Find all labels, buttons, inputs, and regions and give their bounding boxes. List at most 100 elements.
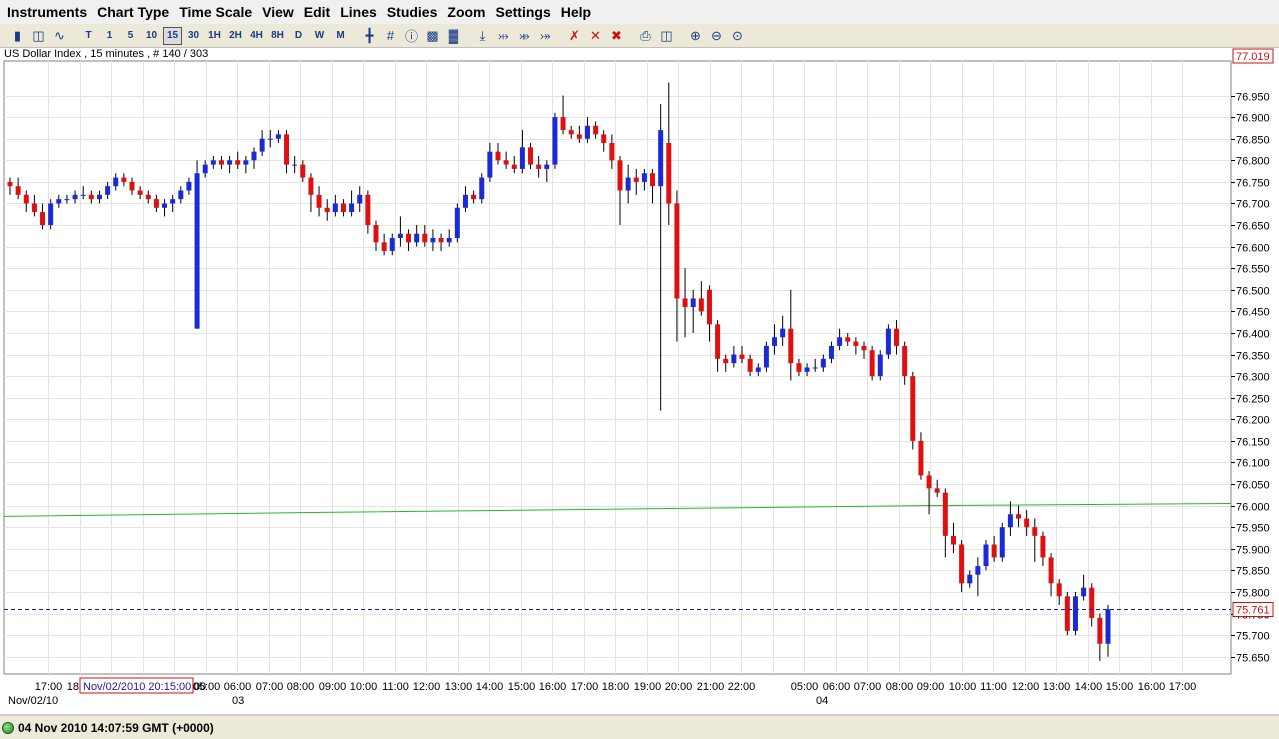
bars-icon[interactable]: ▩ [423,27,442,45]
menu-edit[interactable]: Edit [299,0,335,24]
line-chart-icon[interactable]: ∿ [50,27,69,45]
timescale-8h-button[interactable]: 8H [268,27,287,45]
candle-body [178,190,184,200]
y-tick-label: 76.100 [1236,458,1270,470]
candle-body [275,134,281,139]
candle-body [544,164,550,169]
menu-settings[interactable]: Settings [491,0,556,24]
candle-body [487,151,493,178]
candle-body [105,186,111,195]
timescale-4h-button[interactable]: 4H [247,27,266,45]
grid-icon[interactable]: # [381,27,400,45]
timescale-1-button[interactable]: 1 [100,27,119,45]
candle-body [186,181,192,191]
menu-view[interactable]: View [257,0,299,24]
candle-body [861,345,867,351]
candle-body [1072,596,1078,631]
x-tick-label: 06:00 [823,681,851,693]
candle-body [902,345,908,377]
candle-body [194,173,200,329]
x-tick-label: 09:00 [917,681,945,693]
candle-body [471,194,477,200]
candle-body [153,199,159,208]
candle-body [698,298,704,312]
x-tick-label: 14:00 [1075,681,1103,693]
candle-body [243,160,249,165]
candlestick-chart[interactable]: 76.950 76.900 76.850 76.800 76.750 76.700 76.6… [0,48,1279,714]
menu-chart-type[interactable]: Chart Type [92,0,174,24]
y-tick-label: 76.850 [1236,135,1270,147]
x-tick-label: 16:00 [539,681,567,693]
candle-body [324,207,330,213]
close-icon[interactable]: ✕ [586,27,605,45]
y-tick-label: 76.250 [1236,394,1270,406]
candle-body [755,367,761,372]
zoom-out-icon[interactable]: ⊖ [707,27,726,45]
menu-instruments[interactable]: Instruments [2,0,92,24]
y-tick-label: 76.700 [1236,199,1270,211]
timescale-m-button[interactable]: M [331,27,350,45]
menu-lines[interactable]: Lines [335,0,382,24]
timescale-30-button[interactable]: 30 [184,27,203,45]
timescale-2h-button[interactable]: 2H [226,27,245,45]
candle-body [983,544,989,567]
print-preview-icon[interactable]: ◫ [657,27,676,45]
menu-studies[interactable]: Studies [382,0,443,24]
timescale-tick-button[interactable]: T [79,27,98,45]
candle-body [666,143,672,204]
candle-body [479,177,485,200]
timescale-10-button[interactable]: 10 [142,27,161,45]
zoom-in-icon[interactable]: ⊕ [686,27,705,45]
candle-body [251,151,257,161]
candle-body [7,181,13,187]
timescale-w-button[interactable]: W [310,27,329,45]
y-tick-label: 76.900 [1236,113,1270,125]
candle-body [625,177,631,191]
toolbar: ▮ ◫ ∿ T 1 5 10 15 30 1H 2H 4H 8H D W M ╋… [0,24,1279,48]
candle-body [56,199,62,204]
channel-icon[interactable]: ⤔ [494,27,513,45]
print-icon[interactable]: ⎙ [636,27,655,45]
trendline-icon[interactable]: ⤓ [473,27,492,45]
chart-area[interactable]: 76.950 76.900 76.850 76.800 76.750 76.700 76.6… [0,48,1279,714]
volume-icon[interactable]: ▓ [444,27,463,45]
candle-body [218,160,224,165]
candle-body [96,194,102,200]
y-tick-label: 76.550 [1236,264,1270,276]
pitchfork-icon[interactable]: ⤖ [536,27,555,45]
candle-body [162,203,168,208]
x-tick-label-partial: 00 [194,681,206,693]
candlestick-chart-icon[interactable]: ▮ [8,27,27,45]
candle-body [202,164,208,174]
delete-line-icon[interactable]: ✗ [565,27,584,45]
timescale-15-button[interactable]: 15 [163,26,182,45]
fibonacci-icon[interactable]: ⤕ [515,27,534,45]
crosshair-icon[interactable]: ╋ [360,27,379,45]
candle-body [804,367,810,372]
x-tick-label: 15:00 [1106,681,1134,693]
candle-body [267,138,273,140]
y-tick-label: 75.800 [1236,588,1270,600]
bar-chart-icon[interactable]: ◫ [29,27,48,45]
candle-body [438,237,444,243]
info-icon[interactable]: ⓘ [402,27,421,45]
zoom-reset-icon[interactable]: ⊙ [728,27,747,45]
timescale-1h-button[interactable]: 1H [205,27,224,45]
candle-body [284,134,290,165]
menu-help[interactable]: Help [556,0,596,24]
y-tick-label: 76.400 [1236,329,1270,341]
timescale-5-button[interactable]: 5 [121,27,140,45]
y-tick-label: 76.800 [1236,156,1270,168]
delete-all-icon[interactable]: ✖ [607,27,626,45]
timescale-d-button[interactable]: D [289,27,308,45]
candle-body [536,164,542,169]
menu-time-scale[interactable]: Time Scale [174,0,257,24]
candle-body [796,363,802,372]
menu-zoom[interactable]: Zoom [442,0,490,24]
y-tick-label: 76.500 [1236,286,1270,298]
candle-body [397,233,403,238]
candle-body [528,147,534,165]
candle-body [706,289,712,325]
y-tick-label: 76.000 [1236,502,1270,514]
candle-body [170,199,176,204]
